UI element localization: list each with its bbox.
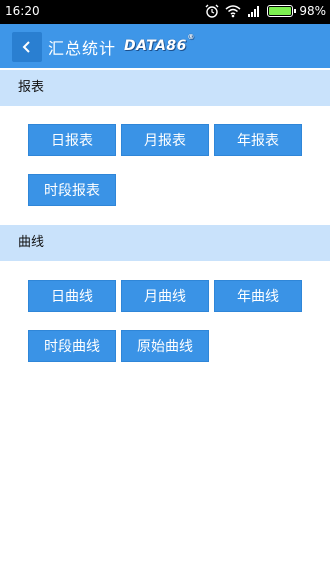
daily-report-button[interactable]: 日报表 [28, 124, 116, 156]
chevron-left-icon [22, 41, 30, 53]
status-bar: 16:20 98% [0, 0, 330, 24]
alarm-icon [205, 4, 219, 18]
brand-logo: DATA86 ® [124, 33, 195, 54]
wifi-icon [225, 5, 241, 18]
section-header-curves: 曲线 [0, 225, 330, 261]
battery-percent: 98% [299, 4, 326, 18]
raw-curve-button[interactable]: 原始曲线 [121, 330, 209, 362]
section-header-reports: 报表 [0, 70, 330, 106]
period-report-button[interactable]: 时段报表 [28, 174, 116, 206]
monthly-report-button[interactable]: 月报表 [121, 124, 209, 156]
status-icons: 98% [205, 3, 326, 19]
monthly-curve-button[interactable]: 月曲线 [121, 280, 209, 312]
yearly-curve-button[interactable]: 年曲线 [214, 280, 302, 312]
battery-icon [267, 5, 297, 17]
status-time: 16:20 [5, 4, 40, 18]
period-curve-button[interactable]: 时段曲线 [28, 330, 116, 362]
signal-icon [248, 6, 260, 17]
daily-curve-button[interactable]: 日曲线 [28, 280, 116, 312]
yearly-report-button[interactable]: 年报表 [214, 124, 302, 156]
back-button[interactable] [12, 32, 42, 62]
page-title: 汇总统计 [48, 39, 117, 58]
app-bar: 汇总统计 DATA86 ® [0, 24, 330, 68]
